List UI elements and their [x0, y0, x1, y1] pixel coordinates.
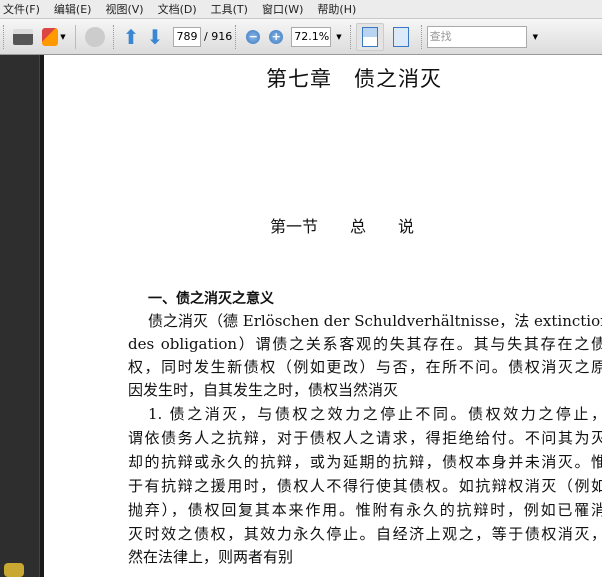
- dropdown-arrow-icon: ▼: [60, 32, 66, 41]
- subheading: 一、债之消灭之意义: [148, 291, 274, 307]
- text-line: 谓依债务人之抗辩，对于债权人之请求，得拒绝给付。不问其为灭: [128, 429, 602, 447]
- comments-icon[interactable]: [4, 563, 24, 577]
- printer-icon: [13, 28, 33, 45]
- fit-page-button[interactable]: [384, 23, 418, 51]
- text-line: 灭时效之债权，其效力永久停止。自经济上观之，等于债权消灭，: [128, 525, 602, 543]
- menu-view[interactable]: 视图(V): [105, 1, 143, 17]
- users-icon: [42, 27, 59, 46]
- text-line: 因发生时，自其发生之时，债权当然消灭: [128, 381, 399, 399]
- next-page-button[interactable]: ⬇: [143, 23, 167, 51]
- toolbar-grip[interactable]: [235, 24, 238, 49]
- menu-file[interactable]: 文件(F): [3, 1, 40, 17]
- text-line: 债之消灭（德 Erlöschen der Schuldverhältnisse，…: [148, 312, 602, 330]
- text-line: des obligation）谓债之关系客观的失其存在。其与失其存在之债: [128, 335, 602, 353]
- zoom-dropdown-arrow-icon[interactable]: ▼: [336, 33, 341, 41]
- text-line: 权，同时发生新债权（例如更改）与否，在所不问。债权消灭之原: [128, 358, 602, 376]
- previous-page-button[interactable]: ⬆: [119, 23, 143, 51]
- zoom-out-button[interactable]: −: [241, 23, 265, 51]
- fit-width-button[interactable]: [355, 22, 384, 51]
- text-line: 却的抗辩或永久的抗辩，或为延期的抗辩，债权本身并未消灭。惟: [128, 453, 602, 471]
- navigation-pane: [0, 55, 39, 577]
- section-title: 第一节 总 说: [270, 217, 415, 236]
- toolbar-grip[interactable]: [3, 24, 6, 49]
- page-number-input[interactable]: 789: [173, 26, 201, 47]
- text-line: 1. 债之消灭，与债权之效力之停止不同。债权效力之停止，: [148, 405, 602, 423]
- toolbar-grip[interactable]: [420, 24, 424, 49]
- menu-help[interactable]: 帮助(H): [317, 1, 356, 17]
- menu-bar: 文件(F) 编辑(E) 视图(V) 文档(D) 工具(T) 窗口(W) 帮助(H…: [0, 0, 602, 18]
- zoom-input[interactable]: 72.1%: [291, 26, 332, 47]
- text-line: 于有抗辩之援用时，债权人不得行使其债权。如抗辩权消灭（例如: [128, 477, 602, 495]
- gear-globe-icon: [85, 26, 105, 47]
- find-dropdown-arrow-icon[interactable]: ▼: [533, 33, 538, 41]
- minus-icon: −: [246, 29, 261, 44]
- total-pages: / 916: [204, 30, 233, 43]
- fit-width-icon: [361, 26, 378, 47]
- find-input[interactable]: 查找: [426, 25, 527, 48]
- text-line: 然在法律上，则两者有别: [128, 548, 294, 566]
- disabled-tool-button[interactable]: [80, 23, 110, 51]
- plus-icon: +: [269, 29, 284, 44]
- menu-window[interactable]: 窗口(W): [262, 1, 303, 17]
- toolbar-grip[interactable]: [113, 24, 116, 49]
- print-button[interactable]: [9, 23, 37, 51]
- menu-edit[interactable]: 编辑(E): [54, 1, 92, 17]
- fit-page-icon: [392, 26, 409, 47]
- toolbar: ▼ ⬆ ⬇ 789 / 916 − + 72.1% ▼ 查找 ▼: [0, 18, 602, 55]
- menu-document[interactable]: 文档(D): [158, 1, 197, 17]
- menu-tools[interactable]: 工具(T): [211, 1, 248, 17]
- chapter-title: 第七章 债之消灭: [266, 67, 442, 91]
- arrow-down-icon: ⬇: [146, 24, 164, 49]
- arrow-up-icon: ⬆: [122, 24, 140, 49]
- separator: [75, 24, 76, 49]
- text-line: 抛弃），债权回复其本来作用。惟附有永久的抗辩时，例如已罹消: [128, 501, 602, 519]
- collaborate-button[interactable]: ▼: [37, 23, 71, 51]
- toolbar-grip[interactable]: [349, 24, 353, 49]
- zoom-in-button[interactable]: +: [265, 23, 287, 51]
- document-page: 第七章 债之消灭 第一节 总 说 一、债之消灭之意义 债之消灭（德 Erlösc…: [44, 55, 602, 577]
